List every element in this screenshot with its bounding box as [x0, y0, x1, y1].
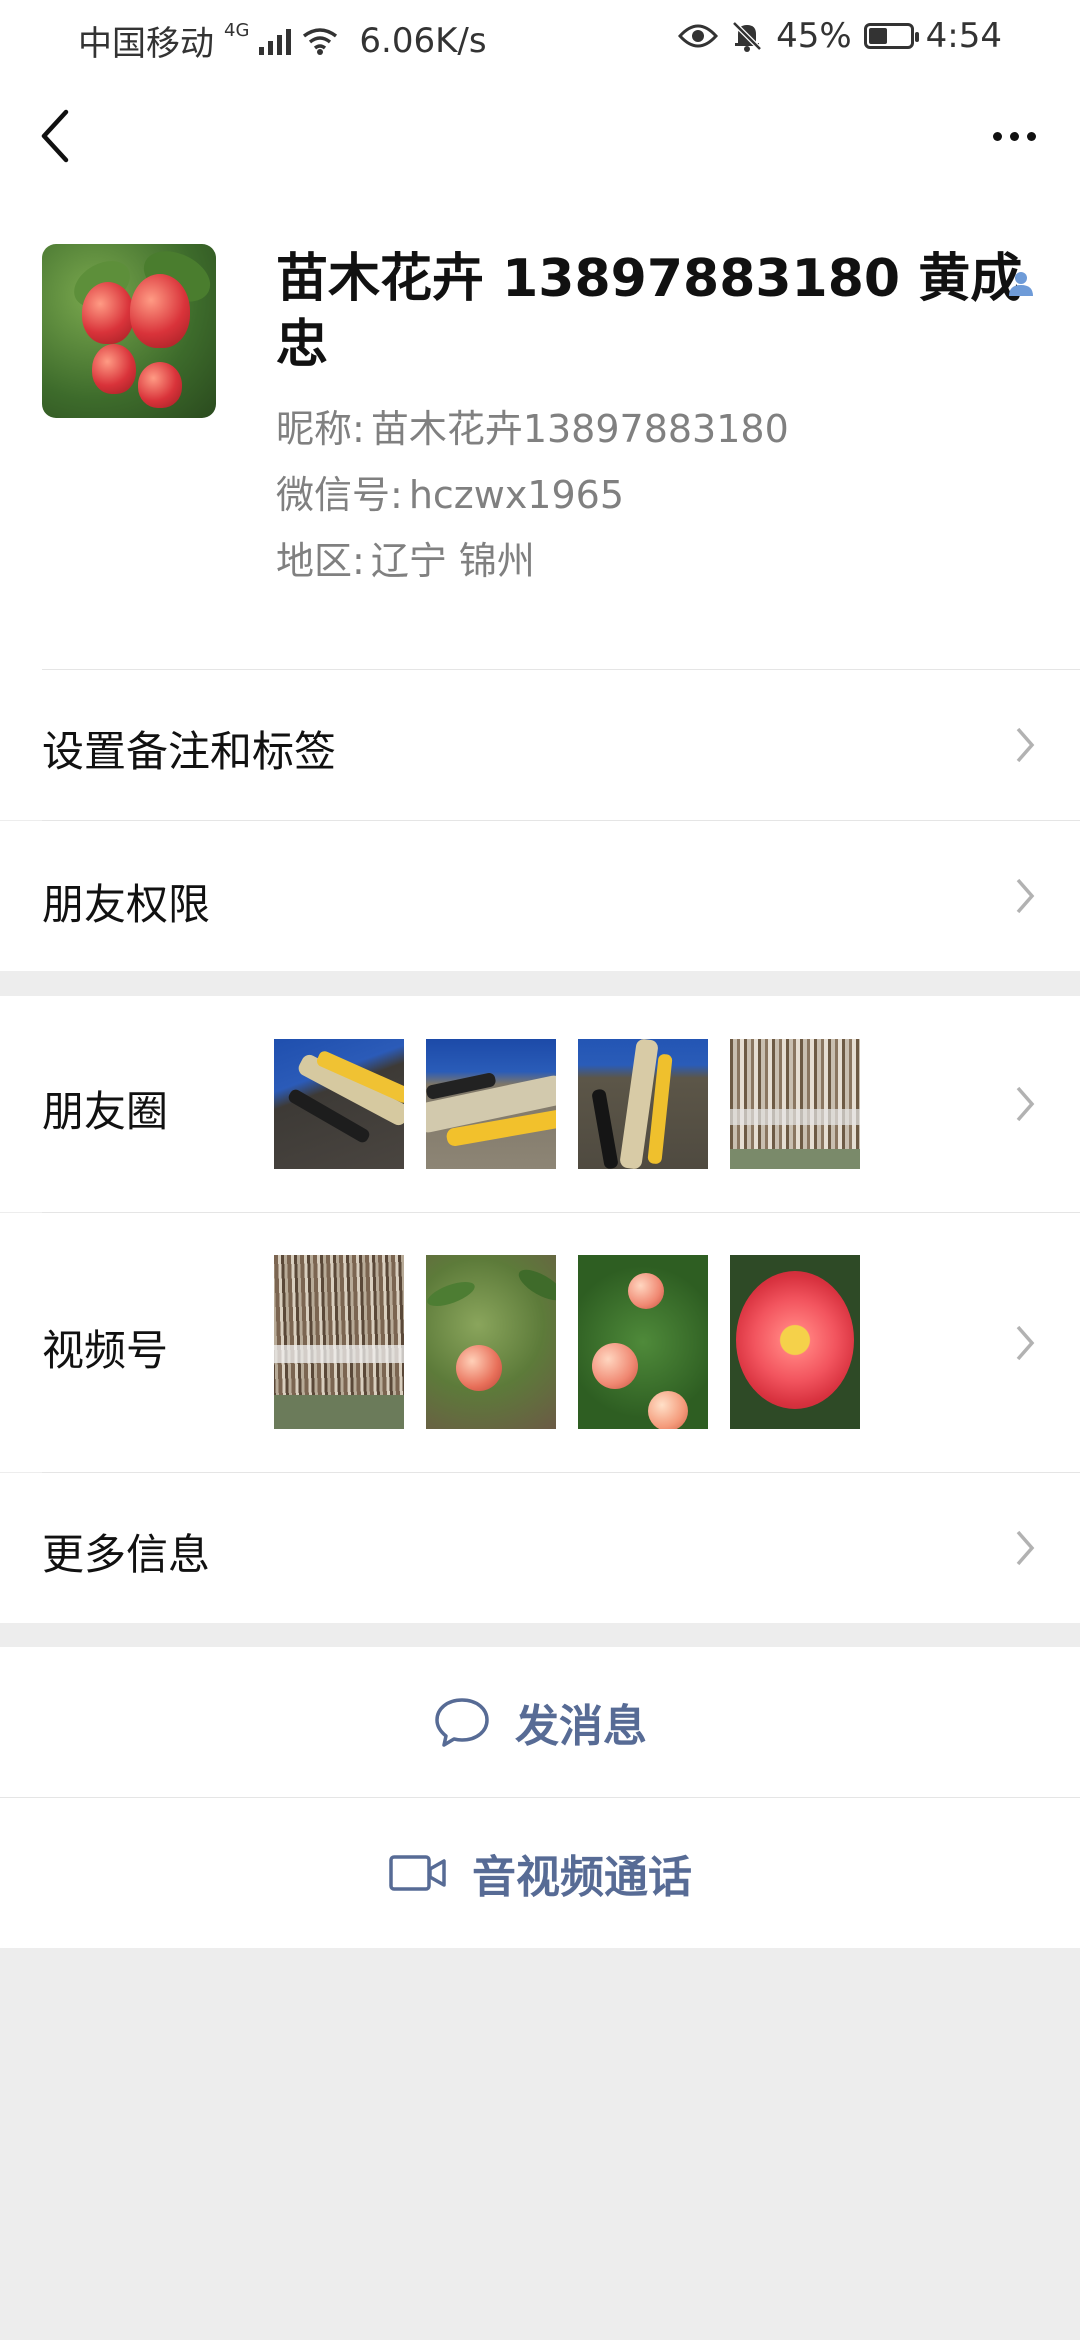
moments-thumbnail: [578, 1039, 708, 1169]
more-info-row[interactable]: 更多信息: [0, 1473, 1080, 1623]
nickname-value: 苗木花卉13897883180: [370, 407, 789, 451]
more-options-icon[interactable]: [984, 106, 1044, 166]
channels-label: 视频号: [42, 1326, 169, 1375]
channels-thumbnail: [274, 1255, 404, 1429]
status-bar: 中国移动 4G 6.06K/s 45% 4:54: [0, 0, 1080, 76]
chevron-right-icon: [1016, 1530, 1035, 1566]
region-row: 地区: 辽宁 锦州: [276, 530, 535, 585]
channels-thumbnail: [730, 1255, 860, 1429]
channels-thumbnails: [274, 1255, 860, 1429]
contact-person-icon: [1009, 272, 1033, 296]
network-type: 4G: [224, 20, 250, 41]
remark-tags-row[interactable]: 设置备注和标签: [0, 670, 1080, 820]
region-label: 地区:: [276, 539, 365, 583]
moments-row[interactable]: 朋友圈: [0, 996, 1080, 1212]
wifi-icon: [303, 27, 338, 55]
moments-thumbnail: [274, 1039, 404, 1169]
friend-permissions-label: 朋友权限: [42, 880, 211, 929]
wechat-id-value[interactable]: hczwx1965: [409, 473, 624, 517]
more-info-label: 更多信息: [42, 1530, 211, 1579]
moments-thumbnail: [426, 1039, 556, 1169]
chevron-right-icon: [1016, 1325, 1035, 1361]
send-message-label: 发消息: [515, 1701, 647, 1752]
avatar[interactable]: [42, 244, 216, 418]
moments-thumbnail: [730, 1039, 860, 1169]
profile-card: 苗木花卉 13897883180 黄成忠 昵称: 苗木花卉13897883180 …: [0, 196, 1080, 670]
nav-bar: [0, 76, 1080, 196]
wechat-id-row: 微信号: hczwx1965: [276, 464, 624, 519]
eye-icon: [678, 24, 719, 48]
display-name: 苗木花卉 13897883180 黄成忠: [276, 249, 1023, 375]
remark-tags-label: 设置备注和标签: [42, 727, 337, 776]
send-message-button[interactable]: 发消息: [0, 1647, 1080, 1797]
clock: 4:54: [925, 16, 1002, 56]
video-camera-icon: [389, 1855, 446, 1891]
av-call-label: 音视频通话: [472, 1852, 692, 1903]
moments-label: 朋友圈: [42, 1087, 169, 1136]
chat-bubble-icon: [435, 1698, 489, 1747]
channels-thumbnail: [426, 1255, 556, 1429]
channels-thumbnail: [578, 1255, 708, 1429]
chevron-right-icon: [1016, 878, 1035, 914]
region-value: 辽宁 锦州: [370, 539, 535, 583]
battery-icon: [863, 23, 919, 49]
battery-percent: 45%: [776, 16, 852, 56]
back-arrow-icon[interactable]: [36, 106, 76, 166]
carrier-label: 中国移动: [78, 24, 214, 64]
chevron-right-icon: [1016, 727, 1035, 763]
nickname-row: 昵称: 苗木花卉13897883180: [276, 398, 789, 453]
moments-thumbnails: [274, 1039, 860, 1169]
channels-row[interactable]: 视频号: [0, 1213, 1080, 1472]
network-speed: 6.06K/s: [359, 20, 487, 61]
wechat-id-label: 微信号:: [276, 473, 403, 517]
nickname-label: 昵称:: [276, 407, 365, 451]
av-call-button[interactable]: 音视频通话: [0, 1798, 1080, 1948]
signal-icon: [259, 27, 292, 55]
mute-bell-icon: [732, 21, 762, 52]
chevron-right-icon: [1016, 1086, 1035, 1122]
friend-permissions-row[interactable]: 朋友权限: [0, 821, 1080, 971]
